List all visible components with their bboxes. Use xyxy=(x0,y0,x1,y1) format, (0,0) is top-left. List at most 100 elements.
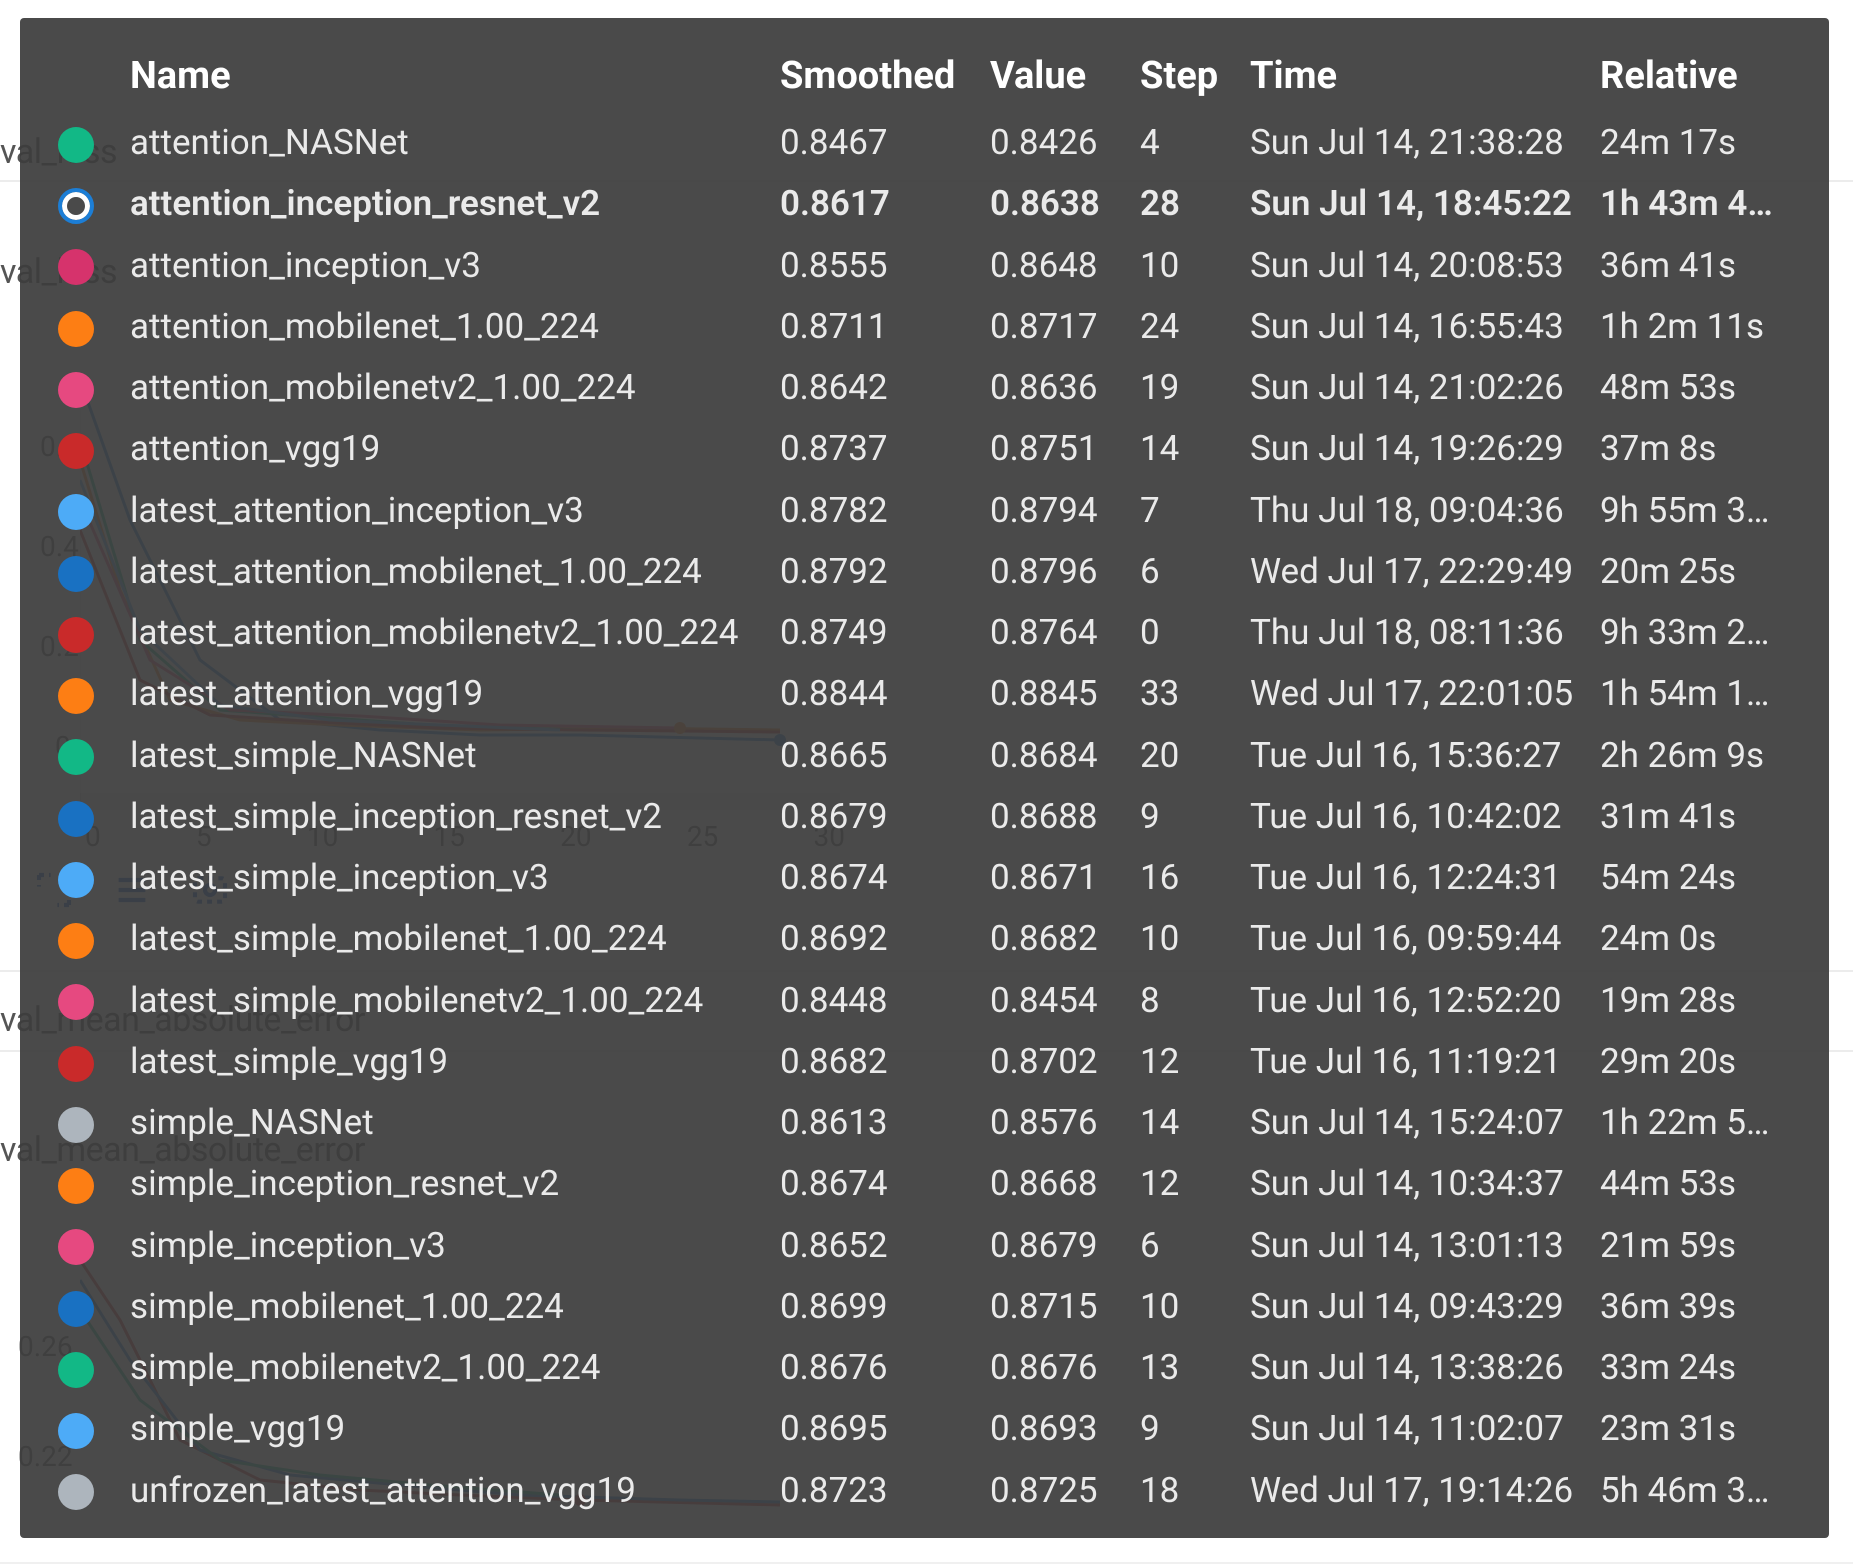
cell-time: Sun Jul 14, 21:02:26 xyxy=(1250,357,1600,418)
cell-name: simple_mobilenet_1.00_224 xyxy=(130,1276,780,1337)
table-row[interactable]: attention_NASNet0.84670.84264Sun Jul 14,… xyxy=(58,112,1791,173)
table-row[interactable]: attention_mobilenet_1.00_2240.87110.8717… xyxy=(58,296,1791,357)
table-row[interactable]: simple_inception_v30.86520.86796Sun Jul … xyxy=(58,1215,1791,1276)
cell-name: latest_attention_mobilenetv2_1.00_224 xyxy=(130,602,780,663)
cell-relative: 21m 59s xyxy=(1600,1215,1791,1276)
cell-relative: 54m 24s xyxy=(1600,847,1791,908)
cell-smoothed: 0.8613 xyxy=(780,1092,990,1153)
run-color-swatch[interactable] xyxy=(58,923,94,959)
cell-relative: 36m 39s xyxy=(1600,1276,1791,1337)
cell-relative: 1h 43m 41s xyxy=(1600,173,1791,234)
table-row[interactable]: unfrozen_latest_attention_vgg190.87230.8… xyxy=(58,1460,1791,1521)
table-row[interactable]: latest_simple_mobilenetv2_1.00_2240.8448… xyxy=(58,970,1791,1031)
table-row[interactable]: latest_attention_mobilenetv2_1.00_2240.8… xyxy=(58,602,1791,663)
cell-relative: 31m 41s xyxy=(1600,786,1791,847)
run-color-swatch[interactable] xyxy=(58,1352,94,1388)
cell-smoothed: 0.8467 xyxy=(780,112,990,173)
cell-name: simple_inception_v3 xyxy=(130,1215,780,1276)
run-color-swatch[interactable] xyxy=(58,1046,94,1082)
cell-step: 0 xyxy=(1140,602,1250,663)
table-row[interactable]: attention_mobilenetv2_1.00_2240.86420.86… xyxy=(58,357,1791,418)
table-row[interactable]: simple_mobilenet_1.00_2240.86990.871510S… xyxy=(58,1276,1791,1337)
run-color-swatch[interactable] xyxy=(58,862,94,898)
cell-time: Sun Jul 14, 11:02:07 xyxy=(1250,1398,1600,1459)
run-color-swatch[interactable] xyxy=(58,433,94,469)
table-row[interactable]: attention_vgg190.87370.875114Sun Jul 14,… xyxy=(58,418,1791,479)
col-header-smoothed[interactable]: Smoothed xyxy=(780,54,990,112)
cell-relative: 1h 54m 11s xyxy=(1600,663,1791,724)
cell-name: latest_simple_mobilenet_1.00_224 xyxy=(130,908,780,969)
run-color-swatch[interactable] xyxy=(58,127,94,163)
cell-value: 0.8845 xyxy=(990,663,1140,724)
runs-tooltip-panel: Name Smoothed Value Step Time Relative a… xyxy=(20,18,1829,1538)
col-header-relative[interactable]: Relative xyxy=(1600,54,1791,112)
col-header-step[interactable]: Step xyxy=(1140,54,1250,112)
table-row[interactable]: latest_attention_mobilenet_1.00_2240.879… xyxy=(58,541,1791,602)
table-row[interactable]: latest_simple_vgg190.86820.870212Tue Jul… xyxy=(58,1031,1791,1092)
run-color-swatch[interactable] xyxy=(58,188,94,224)
table-row[interactable]: latest_simple_inception_resnet_v20.86790… xyxy=(58,786,1791,847)
table-row[interactable]: latest_attention_inception_v30.87820.879… xyxy=(58,480,1791,541)
run-color-swatch[interactable] xyxy=(58,1168,94,1204)
cell-smoothed: 0.8642 xyxy=(780,357,990,418)
cell-name: simple_vgg19 xyxy=(130,1398,780,1459)
run-color-swatch[interactable] xyxy=(58,249,94,285)
table-row[interactable]: simple_mobilenetv2_1.00_2240.86760.86761… xyxy=(58,1337,1791,1398)
cell-time: Tue Jul 16, 12:24:31 xyxy=(1250,847,1600,908)
run-color-swatch[interactable] xyxy=(58,372,94,408)
cell-name: latest_simple_mobilenetv2_1.00_224 xyxy=(130,970,780,1031)
cell-value: 0.8725 xyxy=(990,1460,1140,1521)
cell-relative: 9h 33m 24s xyxy=(1600,602,1791,663)
cell-smoothed: 0.8555 xyxy=(780,235,990,296)
table-row[interactable]: latest_attention_vgg190.88440.884533Wed … xyxy=(58,663,1791,724)
run-color-swatch[interactable] xyxy=(58,1107,94,1143)
cell-name: latest_simple_inception_v3 xyxy=(130,847,780,908)
cell-name: simple_inception_resnet_v2 xyxy=(130,1153,780,1214)
cell-relative: 24m 0s xyxy=(1600,908,1791,969)
cell-step: 6 xyxy=(1140,1215,1250,1276)
run-color-swatch[interactable] xyxy=(58,1291,94,1327)
table-row[interactable]: simple_inception_resnet_v20.86740.866812… xyxy=(58,1153,1791,1214)
col-header-value[interactable]: Value xyxy=(990,54,1140,112)
run-color-swatch[interactable] xyxy=(58,311,94,347)
cell-value: 0.8638 xyxy=(990,173,1140,234)
run-color-swatch[interactable] xyxy=(58,1413,94,1449)
table-row[interactable]: latest_simple_NASNet0.86650.868420Tue Ju… xyxy=(58,725,1791,786)
cell-step: 6 xyxy=(1140,541,1250,602)
cell-time: Sun Jul 14, 13:38:26 xyxy=(1250,1337,1600,1398)
cell-time: Sun Jul 14, 19:26:29 xyxy=(1250,418,1600,479)
run-color-swatch[interactable] xyxy=(58,617,94,653)
run-color-swatch[interactable] xyxy=(58,801,94,837)
run-color-swatch[interactable] xyxy=(58,739,94,775)
cell-step: 7 xyxy=(1140,480,1250,541)
cell-smoothed: 0.8692 xyxy=(780,908,990,969)
run-color-swatch[interactable] xyxy=(58,494,94,530)
cell-relative: 9h 55m 31s xyxy=(1600,480,1791,541)
run-color-swatch[interactable] xyxy=(58,556,94,592)
cell-time: Sun Jul 14, 21:38:28 xyxy=(1250,112,1600,173)
col-header-time[interactable]: Time xyxy=(1250,54,1600,112)
cell-smoothed: 0.8448 xyxy=(780,970,990,1031)
cell-time: Sun Jul 14, 10:34:37 xyxy=(1250,1153,1600,1214)
cell-name: latest_simple_inception_resnet_v2 xyxy=(130,786,780,847)
table-row[interactable]: latest_simple_mobilenet_1.00_2240.86920.… xyxy=(58,908,1791,969)
run-color-swatch[interactable] xyxy=(58,678,94,714)
run-color-swatch[interactable] xyxy=(58,1474,94,1510)
cell-time: Sun Jul 14, 15:24:07 xyxy=(1250,1092,1600,1153)
cell-step: 9 xyxy=(1140,1398,1250,1459)
table-row[interactable]: attention_inception_resnet_v20.86170.863… xyxy=(58,173,1791,234)
table-row[interactable]: simple_NASNet0.86130.857614Sun Jul 14, 1… xyxy=(58,1092,1791,1153)
table-row[interactable]: attention_inception_v30.85550.864810Sun … xyxy=(58,235,1791,296)
run-color-swatch[interactable] xyxy=(58,984,94,1020)
cell-value: 0.8679 xyxy=(990,1215,1140,1276)
cell-step: 28 xyxy=(1140,173,1250,234)
cell-relative: 33m 24s xyxy=(1600,1337,1791,1398)
col-header-name[interactable]: Name xyxy=(130,54,780,112)
run-color-swatch[interactable] xyxy=(58,1229,94,1265)
table-row[interactable]: latest_simple_inception_v30.86740.867116… xyxy=(58,847,1791,908)
table-row[interactable]: simple_vgg190.86950.86939Sun Jul 14, 11:… xyxy=(58,1398,1791,1459)
cell-name: latest_attention_inception_v3 xyxy=(130,480,780,541)
cell-name: latest_simple_vgg19 xyxy=(130,1031,780,1092)
cell-smoothed: 0.8695 xyxy=(780,1398,990,1459)
cell-name: attention_vgg19 xyxy=(130,418,780,479)
